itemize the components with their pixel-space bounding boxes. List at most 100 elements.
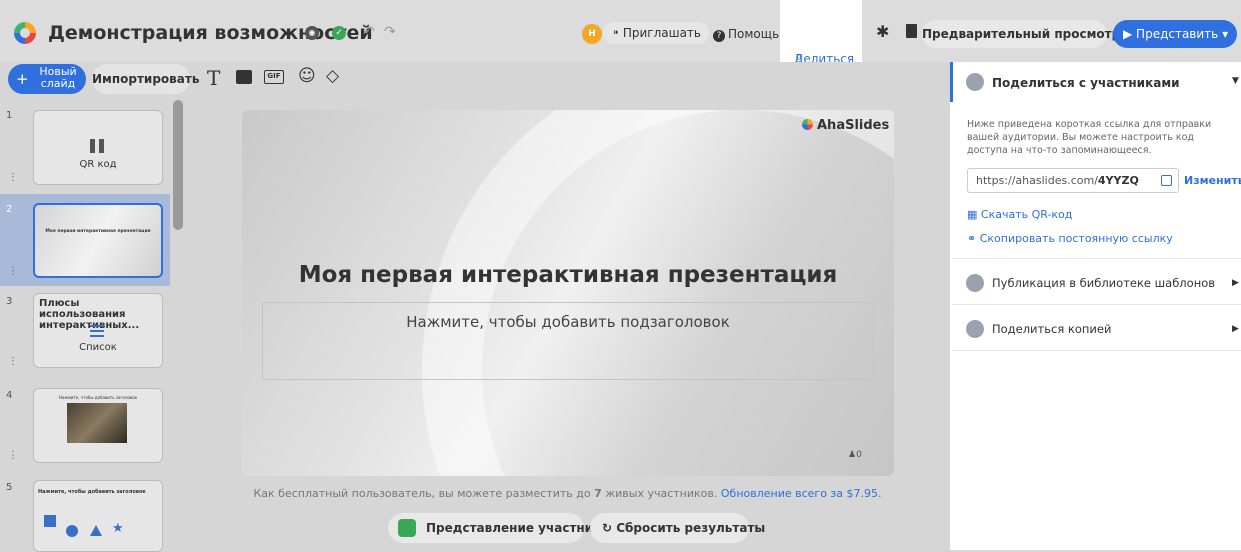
reset-label: Сбросить результаты	[616, 521, 766, 535]
qr-icon: ▦	[967, 208, 981, 221]
help-label: Помощь	[728, 27, 780, 41]
phone-icon	[398, 519, 416, 537]
share-link-field[interactable]: https://ahaslides.com/4YYZQ	[967, 168, 1179, 193]
note-prefix: Как бесплатный пользователь, вы можете р…	[253, 487, 595, 500]
text-tool-icon[interactable]: T	[207, 66, 220, 90]
thumb-title: Нажмите, чтобы добавить заголовок	[58, 395, 138, 400]
help-button[interactable]: ? Помощь	[713, 27, 779, 42]
slide-menu-icon[interactable]: ⋮	[8, 266, 18, 277]
slide-list-scrollbar[interactable]	[173, 100, 183, 230]
person-icon: ♟	[848, 450, 857, 460]
circle-shape	[66, 525, 78, 537]
copy-permanent-link[interactable]: ⚭ Скопировать постоянную ссылку	[967, 232, 1173, 245]
copy-icon[interactable]	[1161, 175, 1172, 186]
slide-number: 2	[6, 204, 13, 215]
reset-results-button[interactable]: ↻ Сбросить результаты	[590, 513, 765, 543]
share-copy-item[interactable]: Поделиться копией	[992, 322, 1111, 336]
avatar[interactable]: Н	[582, 24, 602, 44]
gif-tool-icon[interactable]: GIF	[264, 70, 284, 84]
image-tool-icon[interactable]	[236, 70, 252, 84]
brand-name: AhaSlides	[817, 118, 890, 133]
download-qr-link[interactable]: ▦ Скачать QR-код	[967, 208, 1072, 221]
slide-menu-icon[interactable]: ⋮	[8, 450, 18, 461]
slide-photo	[67, 403, 127, 443]
thumb-title: Нажмите, чтобы добавить заголовок	[38, 489, 146, 495]
list-icon	[90, 325, 104, 337]
slide-thumbnail-1[interactable]: QR код	[33, 110, 163, 185]
new-slide-label: Новый слайд	[39, 65, 77, 90]
link-icon: ⚭	[967, 232, 980, 245]
user-plus-icon: ⁍	[613, 26, 623, 40]
present-label: Представить	[1136, 27, 1219, 41]
chevron-right-icon[interactable]: ▶	[1232, 278, 1239, 288]
slide-number: 1	[6, 110, 13, 121]
shapes-tool-icon[interactable]: ◇	[326, 66, 339, 86]
note-suffix: живых участников.	[601, 487, 721, 500]
slide-number: 4	[6, 390, 13, 401]
note-count: 7	[594, 487, 602, 500]
square-shape	[44, 515, 56, 527]
import-button[interactable]: Импортировать	[92, 64, 199, 94]
thumb-title: Моя первая интерактивная презентация	[45, 229, 151, 234]
share-description: Ниже приведена короткая ссылка для отпра…	[967, 119, 1212, 156]
slide-title[interactable]: Моя первая интерактивная презентация	[242, 262, 894, 288]
eye-icon[interactable]: ◉	[305, 26, 319, 40]
divider	[952, 258, 1241, 259]
chevron-down-icon[interactable]: ▾	[1218, 27, 1228, 41]
divider	[952, 350, 1241, 351]
brand-logo: AhaSlides	[802, 118, 889, 133]
copy-link-label: Скопировать постоянную ссылку	[979, 232, 1173, 245]
undo-icon[interactable]: ↶	[363, 24, 375, 40]
document-icon[interactable]	[906, 24, 917, 38]
slide-menu-icon[interactable]: ⋮	[8, 172, 18, 183]
reset-icon: ↻	[602, 521, 617, 535]
new-slide-button[interactable]: + Новый слайд	[8, 64, 86, 94]
free-plan-note: Как бесплатный пользователь, вы можете р…	[185, 487, 950, 500]
panel-accent	[950, 62, 953, 102]
app-logo-icon[interactable]	[14, 22, 36, 44]
chevron-down-icon[interactable]: ▼	[1232, 76, 1239, 86]
triangle-shape	[90, 525, 102, 536]
redo-icon[interactable]: ↷	[384, 24, 396, 40]
slide-number: 3	[6, 296, 13, 307]
link-code: 4YYZQ	[1097, 174, 1139, 187]
gear-icon[interactable]: ✱	[876, 22, 889, 41]
question-icon: ?	[713, 30, 725, 42]
slide-thumbnail-2[interactable]: Моя первая интерактивная презентация	[33, 203, 163, 278]
participant-count: 0	[856, 450, 862, 460]
publish-template-item[interactable]: Публикация в библиотеке шаблонов	[992, 276, 1215, 290]
slide-thumbnail-4[interactable]: Нажмите, чтобы добавить заголовок	[33, 388, 163, 463]
participant-view-button[interactable]: Представление участника	[388, 513, 609, 543]
slide-number: 5	[6, 482, 13, 493]
participant-view-label: Представление участника	[426, 521, 610, 535]
change-link-button[interactable]: Изменить	[1184, 174, 1241, 187]
slide-thumbnail-5[interactable]: Нажмите, чтобы добавить заголовок ★	[33, 480, 163, 552]
saved-check-icon: ✓	[332, 26, 346, 40]
slide-menu-icon[interactable]: ⋮	[8, 356, 18, 367]
participant-counter: ♟0	[848, 450, 862, 460]
preview-button[interactable]: Предварительный просмотр	[922, 20, 1120, 48]
slide-type-label: Список	[79, 342, 117, 353]
upgrade-link[interactable]: Обновление всего за $7.95.	[721, 487, 882, 500]
publish-icon	[966, 274, 984, 292]
chevron-right-icon[interactable]: ▶	[1232, 324, 1239, 334]
present-button[interactable]: ▶ Представить ▾	[1113, 20, 1237, 48]
play-icon: ▶	[1123, 27, 1137, 41]
slide-type-label: QR код	[79, 159, 117, 170]
slide-thumbnail-3[interactable]: Плюсы использования интерактивных... Спи…	[33, 293, 163, 368]
emoji-tool-icon[interactable]: ☺	[298, 66, 316, 86]
share-participants-icon	[966, 73, 984, 91]
link-prefix: https://ahaslides.com/	[976, 174, 1098, 187]
qr-icon	[90, 139, 104, 153]
share-tab[interactable]: ⇪ Делиться	[780, 0, 862, 66]
slide-subtitle[interactable]: Нажмите, чтобы добавить подзаголовок	[242, 313, 894, 331]
download-qr-label: Скачать QR-код	[980, 208, 1073, 221]
invite-button[interactable]: ⁍ Пригл­ашать	[603, 22, 709, 44]
share-participants-header[interactable]: Поделиться с участниками	[992, 76, 1180, 90]
slide-canvas[interactable]: AhaSlides Моя первая интерактивная презе…	[242, 110, 894, 476]
copy-share-icon	[966, 320, 984, 338]
invite-label: Пригл­ашать	[622, 26, 701, 40]
star-shape: ★	[112, 521, 124, 536]
presentation-title[interactable]: Демонстрация возможностей	[48, 22, 373, 44]
divider	[952, 304, 1241, 305]
